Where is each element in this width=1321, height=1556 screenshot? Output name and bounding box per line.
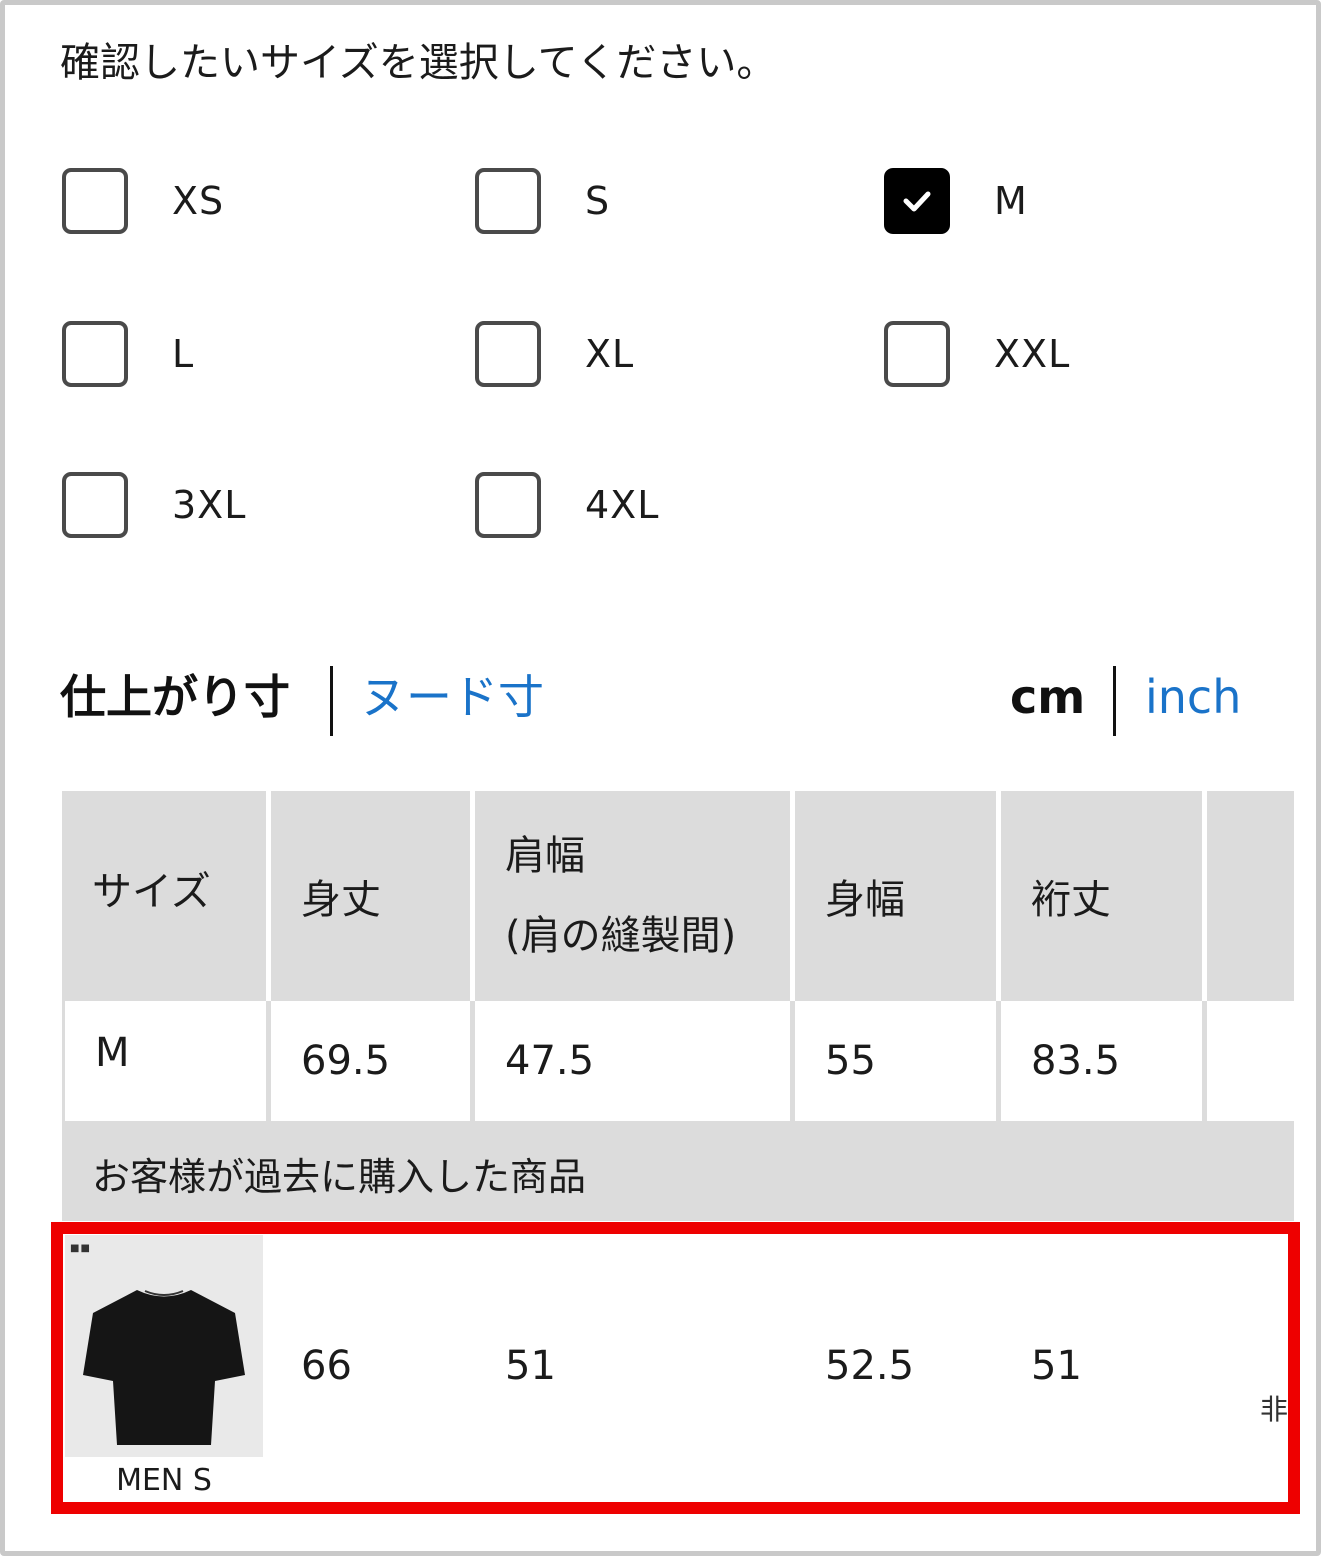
- header-length: 身丈: [271, 791, 470, 1001]
- checkbox-checked[interactable]: [884, 168, 950, 234]
- cell-sleeve-length: 83.5: [1001, 1001, 1202, 1121]
- size-select-prompt: 確認したいサイズを選択してください。: [60, 40, 777, 86]
- checkbox[interactable]: [475, 321, 541, 387]
- size-option-s[interactable]: S: [475, 168, 610, 234]
- size-label: XXL: [994, 332, 1071, 376]
- tshirt-icon: [83, 1290, 245, 1445]
- measurement-toggle-row: 仕上がり寸 ヌード寸 cm inch: [60, 660, 1250, 740]
- checkbox[interactable]: [884, 321, 950, 387]
- product-size-label: MEN S: [65, 1457, 263, 1503]
- cell-shoulder: 47.5: [475, 1001, 790, 1121]
- product-sleeve-length: 51: [1031, 1343, 1082, 1389]
- unit-divider: [1113, 666, 1116, 736]
- product-shoulder: 51: [505, 1343, 556, 1389]
- product-body-width: 52.5: [825, 1343, 915, 1389]
- product-thumbnail[interactable]: ■■ MEN S: [65, 1235, 263, 1503]
- header-shoulder-line2: (肩の縫製間): [505, 913, 737, 959]
- cell-size: M: [65, 1001, 266, 1121]
- header-shoulder: 肩幅 (肩の縫製間): [475, 791, 790, 1001]
- checkbox[interactable]: [62, 168, 128, 234]
- size-label: XL: [585, 332, 635, 376]
- unit-cm[interactable]: cm: [1010, 660, 1085, 734]
- size-option-xl[interactable]: XL: [475, 321, 634, 387]
- past-purchase-heading: お客様が過去に購入した商品: [62, 1125, 1294, 1221]
- size-label: 4XL: [585, 483, 660, 527]
- tab-finished-size[interactable]: 仕上がり寸: [60, 660, 290, 734]
- checkbox[interactable]: [62, 321, 128, 387]
- header-body-width: 身幅: [795, 791, 996, 1001]
- cell-clipped: [1207, 1001, 1294, 1121]
- unit-inch[interactable]: inch: [1145, 660, 1241, 734]
- size-option-3xl[interactable]: 3XL: [62, 472, 246, 538]
- table-header-row: サイズ 身丈 肩幅 (肩の縫製間) 身幅 裄丈: [62, 791, 1294, 1001]
- product-length: 66: [301, 1343, 352, 1389]
- tab-body-size[interactable]: ヌード寸: [360, 660, 544, 734]
- size-label: S: [585, 179, 611, 223]
- size-label: 3XL: [172, 483, 247, 527]
- tab-divider: [330, 666, 333, 736]
- size-label: XS: [172, 179, 225, 223]
- past-purchase-row[interactable]: ■■ MEN S 66 51 52.5 51 非: [62, 1221, 1294, 1511]
- size-option-4xl[interactable]: 4XL: [475, 472, 659, 538]
- header-clipped-column: [1207, 791, 1294, 1001]
- header-shoulder-line1: 肩幅: [505, 833, 585, 879]
- checkbox[interactable]: [475, 168, 541, 234]
- checkmark-icon: [903, 191, 931, 212]
- size-option-xs[interactable]: XS: [62, 168, 224, 234]
- cell-length: 69.5: [271, 1001, 470, 1121]
- size-option-m[interactable]: M: [884, 168, 1028, 234]
- size-chart-panel: 確認したいサイズを選択してください。 XS S M L XL XXL 3XL 4…: [0, 0, 1321, 1556]
- size-label: M: [994, 179, 1028, 223]
- size-label: L: [172, 332, 195, 376]
- size-option-xxl[interactable]: XXL: [884, 321, 1070, 387]
- header-sleeve-length: 裄丈: [1001, 791, 1202, 1001]
- size-option-l[interactable]: L: [62, 321, 194, 387]
- table-row-selected: M 69.5 47.5 55 83.5: [62, 1001, 1294, 1125]
- cell-body-width: 55: [795, 1001, 996, 1121]
- checkbox[interactable]: [475, 472, 541, 538]
- product-clipped-text: 非: [1260, 1393, 1289, 1426]
- header-size: サイズ: [62, 791, 266, 1001]
- checkbox[interactable]: [62, 472, 128, 538]
